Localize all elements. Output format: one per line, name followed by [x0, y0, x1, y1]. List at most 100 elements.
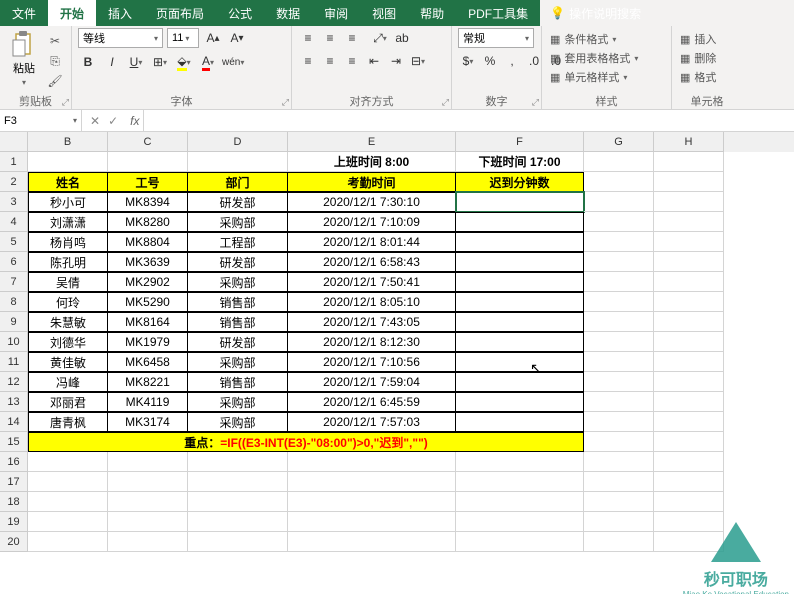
col-header-G[interactable]: G: [584, 132, 654, 152]
row-header-10[interactable]: 10: [0, 332, 28, 352]
empty-cell[interactable]: [654, 452, 724, 472]
col-header-E[interactable]: E: [288, 132, 456, 152]
table-header-late[interactable]: 迟到分钟数: [456, 172, 584, 192]
start-time-label[interactable]: 上班时间 8:00: [288, 152, 456, 172]
cell[interactable]: [654, 192, 724, 212]
data-cell[interactable]: 采购部: [188, 212, 288, 232]
cell[interactable]: [584, 212, 654, 232]
data-cell[interactable]: 刘德华: [28, 332, 108, 352]
empty-cell[interactable]: [188, 492, 288, 512]
cell[interactable]: [584, 152, 654, 172]
data-cell[interactable]: [456, 212, 584, 232]
cells-area[interactable]: 上班时间 8:00下班时间 17:00姓名工号部门考勤时间迟到分钟数秒小可MK8…: [28, 152, 794, 552]
empty-cell[interactable]: [584, 532, 654, 552]
decrease-indent-icon[interactable]: ⇤: [364, 51, 384, 71]
data-cell[interactable]: 杨肖鸣: [28, 232, 108, 252]
border-button[interactable]: ⊞▾: [150, 52, 170, 72]
data-cell[interactable]: [456, 252, 584, 272]
tab-file[interactable]: 文件: [0, 0, 48, 26]
data-cell[interactable]: 2020/12/1 8:05:10: [288, 292, 456, 312]
empty-cell[interactable]: [188, 452, 288, 472]
align-top-icon[interactable]: ≡: [298, 28, 318, 48]
data-cell[interactable]: 吴倩: [28, 272, 108, 292]
cell[interactable]: [584, 252, 654, 272]
row-header-1[interactable]: 1: [0, 152, 28, 172]
bold-button[interactable]: B: [78, 52, 98, 72]
cell[interactable]: [584, 232, 654, 252]
table-format-button[interactable]: ▦套用表格格式▾: [548, 49, 665, 67]
align-center-icon[interactable]: ≡: [320, 51, 340, 71]
empty-cell[interactable]: [584, 472, 654, 492]
comma-icon[interactable]: ,: [502, 51, 522, 71]
empty-cell[interactable]: [188, 472, 288, 492]
paste-dropdown-icon[interactable]: ▾: [22, 78, 26, 87]
number-launcher-icon[interactable]: ⤢: [532, 97, 539, 108]
empty-cell[interactable]: [456, 472, 584, 492]
cell[interactable]: [654, 372, 724, 392]
data-cell[interactable]: [456, 412, 584, 432]
data-cell[interactable]: 陈孔明: [28, 252, 108, 272]
empty-cell[interactable]: [584, 512, 654, 532]
cell[interactable]: [584, 332, 654, 352]
empty-cell[interactable]: [288, 452, 456, 472]
tab-layout[interactable]: 页面布局: [144, 0, 216, 26]
data-cell[interactable]: [456, 272, 584, 292]
row-header-17[interactable]: 17: [0, 472, 28, 492]
data-cell[interactable]: 采购部: [188, 392, 288, 412]
data-cell[interactable]: 研发部: [188, 252, 288, 272]
alignment-launcher-icon[interactable]: ⤢: [442, 97, 449, 108]
font-launcher-icon[interactable]: ⤢: [282, 97, 289, 108]
cell[interactable]: [654, 392, 724, 412]
fx-icon[interactable]: fx: [126, 114, 143, 128]
empty-cell[interactable]: [288, 472, 456, 492]
cell[interactable]: [654, 152, 724, 172]
data-cell[interactable]: 2020/12/1 7:10:56: [288, 352, 456, 372]
format-painter-icon[interactable]: 🖌: [46, 72, 64, 90]
col-header-F[interactable]: F: [456, 132, 584, 152]
row-header-11[interactable]: 11: [0, 352, 28, 372]
empty-cell[interactable]: [28, 532, 108, 552]
empty-cell[interactable]: [584, 452, 654, 472]
tab-review[interactable]: 审阅: [312, 0, 360, 26]
data-cell[interactable]: 2020/12/1 8:12:30: [288, 332, 456, 352]
data-cell[interactable]: [456, 392, 584, 412]
accept-formula-icon[interactable]: ✓: [108, 114, 118, 128]
percent-icon[interactable]: %: [480, 51, 500, 71]
number-format-combo[interactable]: 常规▾: [458, 28, 534, 48]
cell[interactable]: [28, 152, 108, 172]
cell-styles-button[interactable]: ▦单元格样式▾: [548, 68, 665, 86]
cell[interactable]: [584, 432, 654, 452]
empty-cell[interactable]: [288, 512, 456, 532]
data-cell[interactable]: 销售部: [188, 372, 288, 392]
row-header-8[interactable]: 8: [0, 292, 28, 312]
empty-cell[interactable]: [456, 452, 584, 472]
data-cell[interactable]: MK1979: [108, 332, 188, 352]
empty-cell[interactable]: [288, 492, 456, 512]
cut-icon[interactable]: ✂: [46, 32, 64, 50]
data-cell[interactable]: 研发部: [188, 332, 288, 352]
data-cell[interactable]: 销售部: [188, 312, 288, 332]
tab-home[interactable]: 开始: [48, 0, 96, 26]
data-cell[interactable]: [456, 312, 584, 332]
row-header-5[interactable]: 5: [0, 232, 28, 252]
clipboard-launcher-icon[interactable]: ⤢: [62, 97, 69, 108]
empty-cell[interactable]: [108, 452, 188, 472]
data-cell[interactable]: MK8394: [108, 192, 188, 212]
data-cell[interactable]: MK8804: [108, 232, 188, 252]
align-left-icon[interactable]: ≡: [298, 51, 318, 71]
name-box[interactable]: F3▾: [0, 110, 82, 131]
data-cell[interactable]: 秒小可: [28, 192, 108, 212]
data-cell[interactable]: MK3639: [108, 252, 188, 272]
data-cell[interactable]: 冯峰: [28, 372, 108, 392]
row-header-20[interactable]: 20: [0, 532, 28, 552]
empty-cell[interactable]: [188, 532, 288, 552]
formula-bar[interactable]: [143, 110, 794, 131]
font-size-combo[interactable]: 11▾: [167, 28, 199, 48]
data-cell[interactable]: 2020/12/1 6:58:43: [288, 252, 456, 272]
data-cell[interactable]: 2020/12/1 6:45:59: [288, 392, 456, 412]
data-cell[interactable]: MK8221: [108, 372, 188, 392]
font-color-button[interactable]: A▾: [198, 52, 218, 72]
data-cell[interactable]: 采购部: [188, 412, 288, 432]
spreadsheet-grid[interactable]: B C D E F G H 12345678910111213141516171…: [0, 132, 794, 594]
cell[interactable]: [654, 432, 724, 452]
